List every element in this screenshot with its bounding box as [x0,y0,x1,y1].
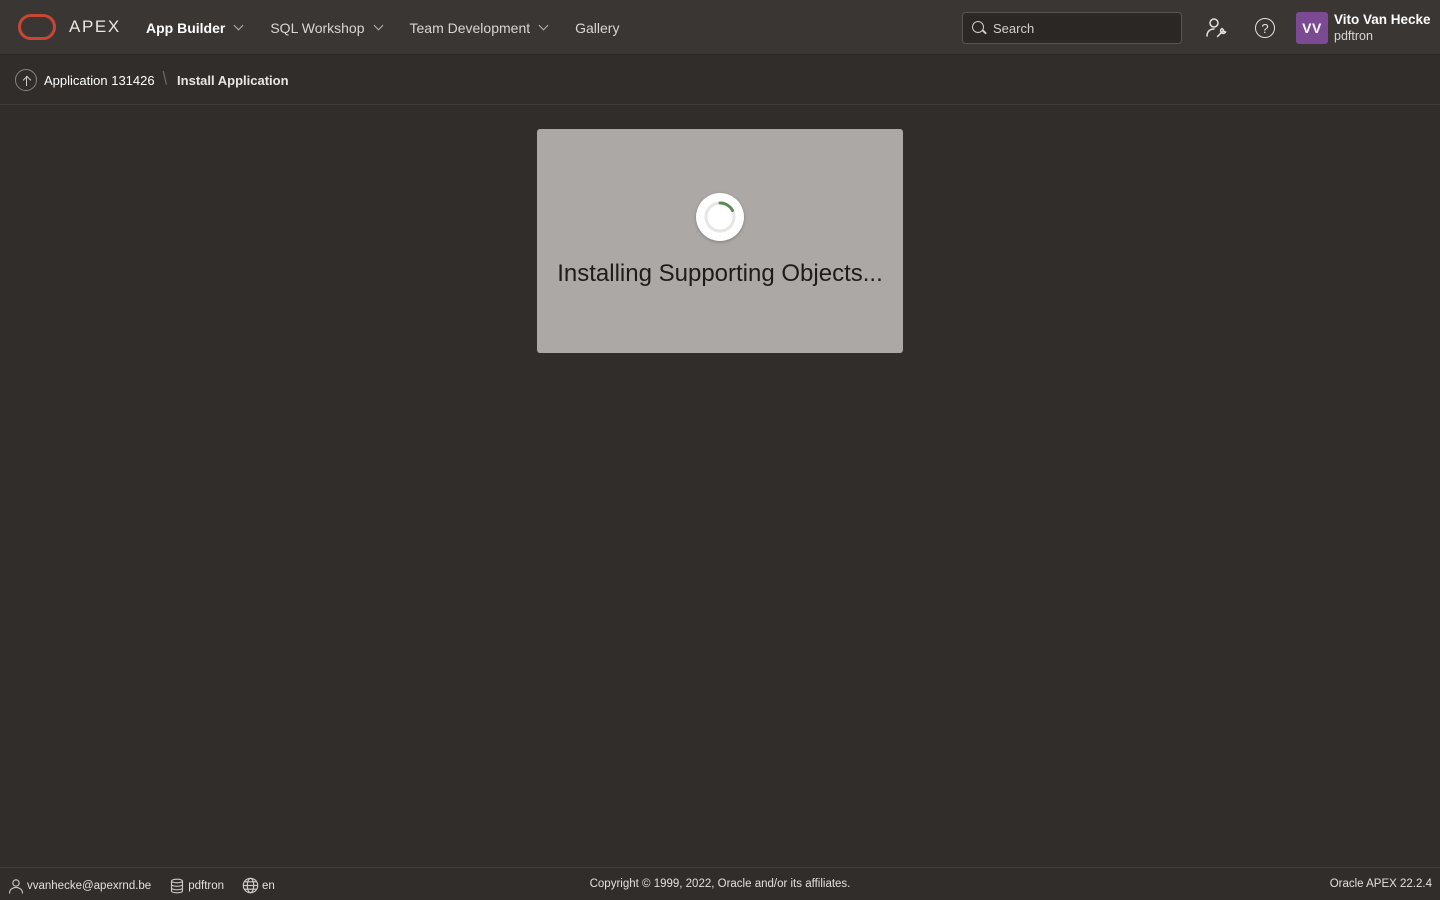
logo-text: APEX [69,17,121,36]
nav-team-development-label: Team Development [409,19,531,36]
chevron-down-icon [233,20,244,31]
user-wrench-icon [1206,18,1227,38]
footer-version: Oracle APEX 22.2.4 [1329,878,1432,890]
progress-message: Installing Supporting Objects... [557,260,883,287]
search-icon [971,20,986,36]
breadcrumb-separator: \ [162,69,168,90]
spinner [696,193,744,241]
search-box[interactable] [962,12,1182,44]
nav-sql-workshop-label: SQL Workshop [270,19,365,36]
breadcrumb-current: Install Application [177,72,289,88]
apex-home-logo[interactable]: APEX [18,14,121,40]
nav-app-builder-label: App Builder [146,19,226,36]
nav-gallery-label: Gallery [575,19,620,36]
administration-button[interactable] [1203,15,1229,41]
breadcrumb: Application 131426 \ Install Application [0,56,1440,105]
footer-copyright: Copyright © 1999, 2022, Oracle and/or it… [589,878,851,890]
avatar: VV [1296,12,1328,44]
user-menu[interactable]: VV Vito Van Hecke pdftron [1296,12,1431,44]
search-input[interactable] [991,19,1171,37]
spinner-icon [704,201,736,233]
footer: vvanhecke@apexrnd.be pdftron en Copyrigh… [0,867,1440,900]
oracle-ring-logo-icon [18,14,56,40]
main-nav: App Builder SQL Workshop Team Developmen… [146,0,647,55]
top-header: APEX App Builder SQL Workshop Team Devel… [0,0,1440,55]
nav-sql-workshop[interactable]: SQL Workshop [270,0,383,55]
nav-gallery[interactable]: Gallery [575,0,619,55]
chevron-down-icon [538,20,549,31]
user-workspace: pdftron [1334,28,1373,43]
chevron-down-icon [373,20,383,31]
breadcrumb-parent-link[interactable]: Application 131426 [44,73,155,88]
nav-app-builder[interactable]: App Builder [146,0,244,55]
arrow-up-icon[interactable] [15,69,37,91]
install-progress-dialog: Installing Supporting Objects... [537,129,903,353]
user-name: Vito Van Hecke [1334,11,1431,27]
help-button[interactable]: ? [1252,15,1278,41]
nav-team-development[interactable]: Team Development [409,0,549,55]
help-icon: ? [1255,18,1275,38]
